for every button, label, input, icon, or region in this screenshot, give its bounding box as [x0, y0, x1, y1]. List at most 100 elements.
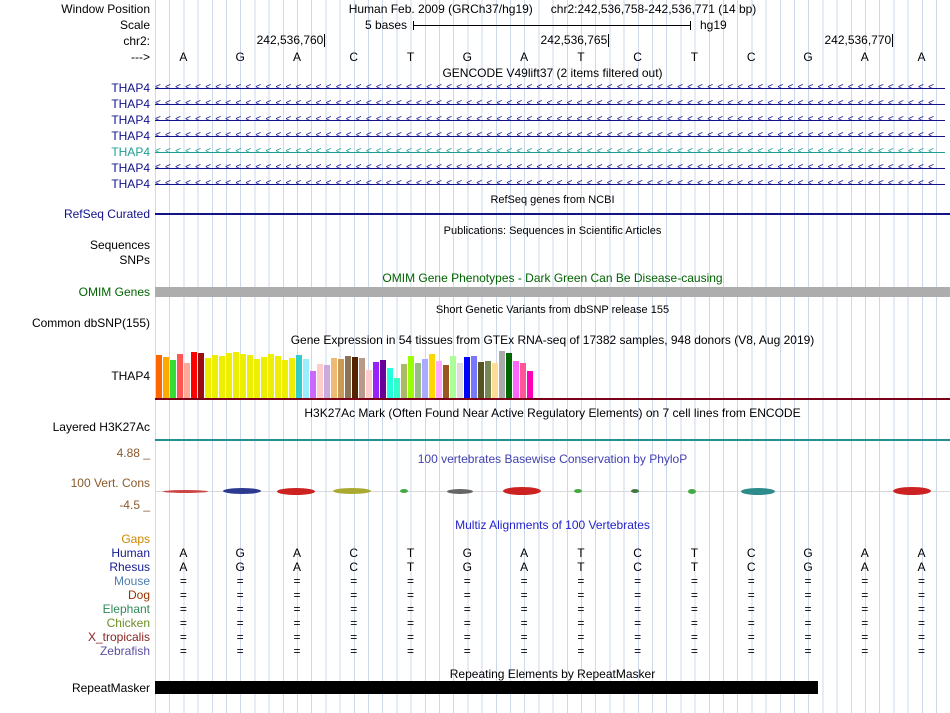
conservation-label[interactable]: 100 Vert. Cons [0, 476, 150, 490]
gtex-gene-label[interactable]: THAP4 [0, 369, 150, 383]
gtex-tissue-bar[interactable] [492, 363, 498, 398]
gtex-tissue-bar[interactable] [268, 354, 274, 398]
multiz-row[interactable]: Mouse============== [0, 574, 950, 588]
snps-label[interactable]: SNPs [0, 253, 150, 267]
gtex-tissue-bar[interactable] [422, 359, 428, 398]
species-label[interactable]: Human [0, 546, 150, 560]
gtex-tissue-bar[interactable] [177, 354, 183, 398]
gtex-tissue-bar[interactable] [506, 353, 512, 398]
gtex-tissue-bar[interactable] [345, 356, 351, 398]
species-label[interactable]: Gaps [0, 532, 150, 546]
transcript-row[interactable]: THAP4<<<<<<<<<<<<<<<<<<<<<<<<<<<<<<<<<<<… [0, 112, 950, 128]
gtex-tissue-bar[interactable] [233, 352, 239, 398]
transcript-label[interactable]: THAP4 [0, 80, 150, 96]
species-label[interactable]: Dog [0, 588, 150, 602]
gtex-tissue-bar[interactable] [296, 355, 302, 398]
gtex-tissue-bar[interactable] [408, 356, 414, 398]
gtex-tissue-bar[interactable] [366, 370, 372, 398]
gtex-tissue-bar[interactable] [331, 358, 337, 398]
gtex-tissue-bar[interactable] [212, 355, 218, 398]
refseq-gene-line[interactable] [155, 213, 950, 215]
gtex-tissue-bar[interactable] [485, 361, 491, 398]
gtex-tissue-bar[interactable] [499, 351, 505, 398]
gtex-tissue-bar[interactable] [184, 363, 190, 398]
gtex-tissue-bar[interactable] [373, 362, 379, 398]
gtex-tissue-bar[interactable] [443, 365, 449, 398]
transcript-label[interactable]: THAP4 [0, 176, 150, 192]
publications-title[interactable]: Publications: Sequences in Scientific Ar… [155, 224, 950, 238]
gtex-tissue-bar[interactable] [275, 356, 281, 398]
gtex-tissue-bar[interactable] [282, 360, 288, 398]
gtex-tissue-bar[interactable] [471, 356, 477, 398]
transcript-row[interactable]: THAP4<<<<<<<<<<<<<<<<<<<<<<<<<<<<<<<<<<<… [0, 160, 950, 176]
repeatmasker-bar[interactable] [155, 681, 818, 694]
h3k27ac-signal-line[interactable] [155, 439, 950, 441]
refseq-title[interactable]: RefSeq genes from NCBI [155, 193, 950, 207]
base-ruler[interactable]: AGACTGATCTCGAA [155, 50, 950, 64]
transcript-label[interactable]: THAP4 [0, 112, 150, 128]
species-label[interactable]: X_tropicalis [0, 630, 150, 644]
gtex-tissue-bar[interactable] [240, 354, 246, 398]
gtex-tissue-bar[interactable] [191, 352, 197, 398]
gtex-tissue-bar[interactable] [394, 378, 400, 398]
gtex-tissue-bar[interactable] [156, 355, 162, 398]
transcript-row[interactable]: THAP4<<<<<<<<<<<<<<<<<<<<<<<<<<<<<<<<<<<… [0, 96, 950, 112]
transcript-row[interactable]: THAP4<<<<<<<<<<<<<<<<<<<<<<<<<<<<<<<<<<<… [0, 176, 950, 192]
sequences-label[interactable]: Sequences [0, 238, 150, 252]
gtex-tissue-bar[interactable] [359, 358, 365, 398]
gtex-tissue-bar[interactable] [450, 356, 456, 398]
gtex-tissue-bar[interactable] [415, 363, 421, 398]
multiz-row[interactable]: RhesusAGACTGATCTCGAA [0, 560, 950, 574]
gtex-tissue-bar[interactable] [436, 361, 442, 398]
gencode-title[interactable]: GENCODE V49lift37 (2 items filtered out) [155, 66, 950, 80]
refseq-curated-label[interactable]: RefSeq Curated [0, 207, 150, 221]
conservation-track[interactable] [155, 480, 950, 502]
conservation-title[interactable]: 100 vertebrates Basewise Conservation by… [155, 452, 950, 466]
repeatmasker-title[interactable]: Repeating Elements by RepeatMasker [155, 667, 950, 681]
transcript-row[interactable]: THAP4<<<<<<<<<<<<<<<<<<<<<<<<<<<<<<<<<<<… [0, 144, 950, 160]
omim-title[interactable]: OMIM Gene Phenotypes - Dark Green Can Be… [155, 271, 950, 285]
species-label[interactable]: Rhesus [0, 560, 150, 574]
species-label[interactable]: Elephant [0, 602, 150, 616]
transcript-label[interactable]: THAP4 [0, 160, 150, 176]
species-label[interactable]: Zebrafish [0, 644, 150, 658]
gtex-tissue-bar[interactable] [352, 357, 358, 398]
multiz-title[interactable]: Multiz Alignments of 100 Vertebrates [155, 518, 950, 532]
multiz-row[interactable]: Dog============== [0, 588, 950, 602]
gtex-tissue-bar[interactable] [198, 353, 204, 398]
species-label[interactable]: Chicken [0, 616, 150, 630]
multiz-track[interactable]: GapsHumanAGACTGATCTCGAARhesusAGACTGATCTC… [0, 532, 950, 658]
gtex-tissue-bar[interactable] [324, 365, 330, 398]
gtex-title[interactable]: Gene Expression in 54 tissues from GTEx … [155, 333, 950, 347]
omim-genes-label[interactable]: OMIM Genes [0, 285, 150, 299]
transcript-label[interactable]: THAP4 [0, 96, 150, 112]
gtex-tissue-bar[interactable] [387, 368, 393, 398]
transcript-label[interactable]: THAP4 [0, 144, 150, 160]
gtex-tissue-bar[interactable] [478, 362, 484, 398]
gtex-tissue-bar[interactable] [464, 357, 470, 398]
gtex-bar-chart[interactable] [156, 350, 950, 398]
species-label[interactable]: Mouse [0, 574, 150, 588]
gtex-tissue-bar[interactable] [520, 363, 526, 398]
gtex-tissue-bar[interactable] [338, 359, 344, 398]
coordinate-ruler[interactable]: 242,536,760242,536,765242,536,770 [0, 34, 950, 47]
gtex-tissue-bar[interactable] [380, 360, 386, 398]
gtex-tissue-bar[interactable] [170, 360, 176, 398]
dbsnp-title[interactable]: Short Genetic Variants from dbSNP releas… [155, 303, 950, 317]
gtex-tissue-bar[interactable] [429, 354, 435, 398]
gtex-tissue-bar[interactable] [310, 371, 316, 398]
gtex-tissue-bar[interactable] [401, 364, 407, 398]
gtex-tissue-bar[interactable] [254, 359, 260, 398]
multiz-row[interactable]: Chicken============== [0, 616, 950, 630]
gtex-tissue-bar[interactable] [205, 358, 211, 398]
dbsnp-label[interactable]: Common dbSNP(155) [0, 316, 150, 330]
multiz-row[interactable]: X_tropicalis============== [0, 630, 950, 644]
transcript-row[interactable]: THAP4<<<<<<<<<<<<<<<<<<<<<<<<<<<<<<<<<<<… [0, 128, 950, 144]
gtex-tissue-bar[interactable] [317, 364, 323, 398]
transcript-row[interactable]: THAP4<<<<<<<<<<<<<<<<<<<<<<<<<<<<<<<<<<<… [0, 80, 950, 96]
gtex-tissue-bar[interactable] [303, 359, 309, 398]
gtex-tissue-bar[interactable] [247, 355, 253, 398]
gtex-tissue-bar[interactable] [163, 357, 169, 398]
h3k27ac-label[interactable]: Layered H3K27Ac [0, 420, 150, 434]
omim-gene-bar[interactable] [155, 287, 950, 297]
